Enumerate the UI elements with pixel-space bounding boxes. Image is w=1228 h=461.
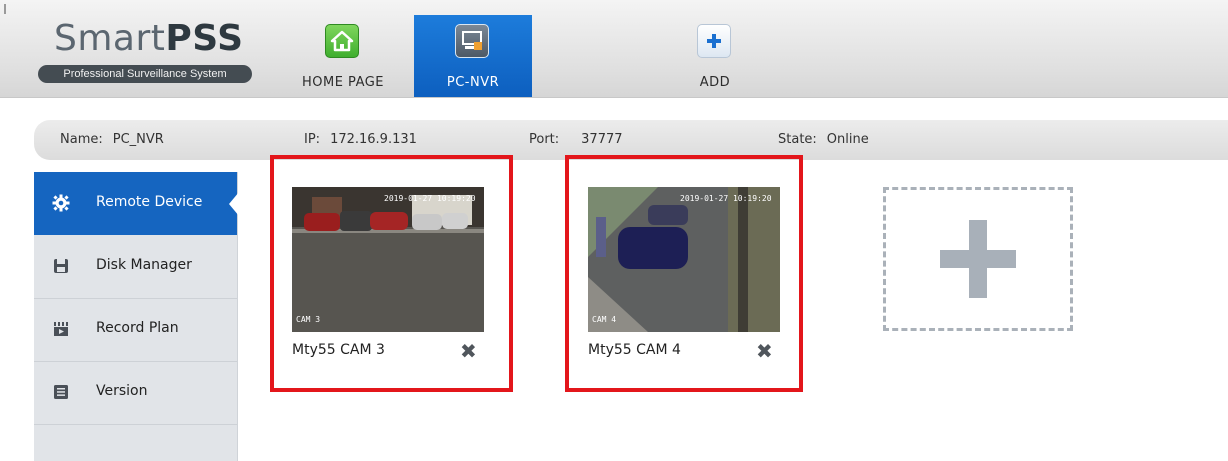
home-icon-glyph [330,30,354,52]
device-info-bar: Name: PC_NVR IP: 172.16.9.131 Port: 37777 S… [34,120,1228,160]
active-indicator-notch [229,192,239,216]
pc-nvr-icon [455,24,489,58]
plus-icon-vertical [969,220,987,298]
app-subtitle: Professional Surveillance System [38,65,252,83]
sidebar-item-disk-manager[interactable]: Disk Manager [34,235,237,299]
device-ip-field: IP: 172.16.9.131 [304,132,417,147]
gear-icon [52,194,70,212]
floppy-disk-icon [54,259,68,273]
device-state-value: Online [826,132,869,147]
sidebar-item-label: Record Plan [96,320,179,336]
device-ip-label: IP: [304,132,321,147]
add-icon [697,24,731,58]
sidebar-item-label: Version [96,383,148,399]
device-state-field: State: Online [778,132,869,147]
highlight-box-cam-3 [270,155,513,392]
device-ip-value: 172.16.9.131 [330,132,417,147]
sidebar: Remote Device Disk Manager Record Plan V… [34,172,239,461]
device-state-label: State: [778,132,817,147]
sidebar-item-label: Remote Device [96,194,203,210]
tab-home-page-label: HOME PAGE [301,75,385,90]
device-name-value: PC_NVR [112,132,164,147]
add-icon-glyph [707,34,721,48]
device-name-field: Name: PC_NVR [60,132,164,147]
app-title-bold: PSS [165,18,244,59]
tab-home-page[interactable]: HOME PAGE [284,15,402,97]
tab-add[interactable]: ADD [656,15,774,97]
device-port-label: Port: [529,132,560,147]
app-logo: SmartPSS Professional Surveillance Syste… [36,18,256,84]
device-port-field: Port: 37777 [529,132,623,147]
document-list-icon [54,385,68,399]
add-device-tile[interactable] [883,187,1073,331]
sidebar-item-record-plan[interactable]: Record Plan [34,298,237,362]
app-title: SmartPSS [54,20,244,58]
device-name-label: Name: [60,132,103,147]
window-corner-mark [4,4,6,14]
pc-nvr-icon-glyph [462,31,482,50]
sidebar-item-remote-device[interactable]: Remote Device [34,172,239,235]
top-bar: SmartPSS Professional Surveillance Syste… [0,0,1228,98]
app-title-light: Smart [54,18,166,59]
tab-pc-nvr-label: PC-NVR [446,75,500,90]
highlight-box-cam-4 [565,155,803,392]
sidebar-item-version[interactable]: Version [34,361,237,425]
home-icon [325,24,359,58]
clapperboard-icon [54,322,68,336]
tab-add-label: ADD [699,75,731,90]
tab-pc-nvr[interactable]: PC-NVR [414,15,532,97]
sidebar-item-label: Disk Manager [96,257,192,273]
device-port-value: 37777 [581,132,623,147]
